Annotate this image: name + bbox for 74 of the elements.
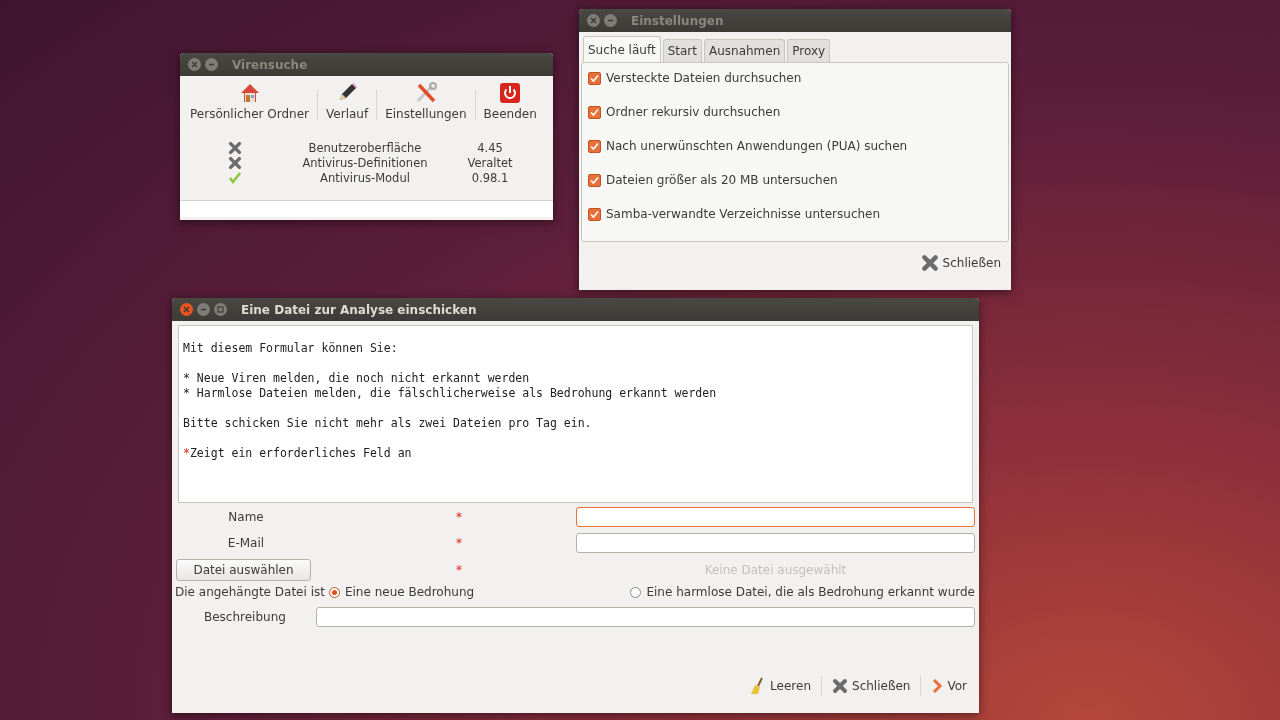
close-icon [920, 254, 939, 272]
input-field[interactable] [576, 507, 975, 527]
info-text: * Neue Viren melden, die noch nicht erkannt werden [183, 371, 531, 386]
check-icon [228, 171, 242, 185]
footer-button[interactable]: Leeren [746, 675, 815, 697]
toolbar-button[interactable]: Verlauf [322, 82, 373, 121]
input-field[interactable] [576, 533, 975, 553]
checkbox-label: Samba-verwandte Verzeichnisse untersuchen [606, 207, 881, 221]
close-window-button[interactable] [587, 14, 600, 27]
checkbox[interactable] [588, 173, 601, 187]
window-title: Virensuche [232, 57, 308, 72]
power-icon [499, 82, 522, 104]
radio-label: Eine harmlose Datei, die als Bedrohung erkannt wurde [646, 585, 975, 599]
close-window-button[interactable] [188, 58, 201, 71]
minimize-icon [200, 306, 207, 313]
required-mark: * [455, 510, 463, 524]
close-button[interactable]: Schließen [916, 252, 1005, 274]
tab[interactable]: Start [662, 39, 702, 62]
cross-icon [228, 156, 242, 170]
tools-icon [414, 82, 437, 104]
maximize-window-button[interactable] [214, 303, 227, 316]
close-icon [191, 61, 198, 68]
component-version: 4.45 [476, 141, 504, 155]
field-label: E-Mail [226, 536, 266, 550]
toolbar-button[interactable]: Einstellungen [381, 82, 471, 121]
radio-button[interactable] [630, 586, 642, 598]
maximize-icon [217, 306, 224, 313]
checkbox-label: Ordner rekursiv durchsuchen [606, 105, 781, 119]
info-text: Bitte schicken Sie nicht mehr als zwei Dateien pro Tag ein. [183, 416, 593, 431]
window-title: Eine Datei zur Analyse einschicken [241, 302, 477, 317]
component-name: Antivirus-Definitionen [301, 156, 429, 170]
close-window-button[interactable] [180, 303, 193, 316]
info-text: Mit diesem Formular können Sie: [183, 341, 399, 356]
window-title: Einstellungen [631, 13, 724, 28]
footer-button[interactable]: Schließen [828, 676, 915, 696]
cross-icon [228, 141, 242, 155]
close-icon [183, 306, 190, 313]
checkbox-label: Versteckte Dateien durchsuchen [606, 71, 802, 85]
checkbox[interactable] [588, 207, 601, 221]
minimize-window-button[interactable] [205, 58, 218, 71]
checkbox[interactable] [588, 71, 601, 85]
info-text: Zeigt ein erforderliches Feld an [189, 446, 412, 460]
info-text: * Harmlose Dateien melden, die fälschlicherweise als Bedrohung erkannt werden [183, 386, 718, 401]
tab[interactable]: Suche läuft [583, 36, 661, 62]
tab[interactable]: Proxy [787, 39, 831, 62]
toolbar-button[interactable]: Persönlicher Ordner [186, 82, 314, 121]
radio-label: Eine neue Bedrohung [344, 585, 475, 599]
minimize-icon [208, 61, 215, 68]
minimize-window-button[interactable] [604, 14, 617, 27]
tab[interactable]: Ausnahmen [703, 39, 786, 62]
checkbox[interactable] [588, 139, 601, 153]
checkbox-label: Nach unerwünschten Anwendungen (PUA) suchen [606, 139, 908, 153]
input-field[interactable] [315, 607, 975, 627]
checkbox[interactable] [588, 105, 601, 119]
component-name: Antivirus-Modul [319, 171, 411, 185]
chevron-right-icon [931, 678, 944, 694]
minimize-icon [607, 17, 614, 24]
component-name: Benutzeroberfläche [307, 141, 423, 155]
field-label: Beschreibung [204, 610, 286, 624]
required-mark: * [455, 563, 463, 577]
close-icon [590, 17, 597, 24]
radio-button[interactable] [328, 586, 340, 598]
field-label: Name [227, 510, 265, 524]
component-version: Veraltet [466, 156, 514, 170]
choose-file-button[interactable]: Datei auswählen [176, 559, 311, 581]
minimize-window-button[interactable] [197, 303, 210, 316]
field-label: Die angehängte Datei ist [175, 585, 325, 599]
component-version: 0.98.1 [470, 171, 510, 185]
required-mark: * [183, 446, 190, 460]
footer-button[interactable]: Vor [927, 676, 971, 696]
toolbar-button[interactable]: Beenden [479, 82, 541, 121]
required-mark: * [455, 536, 463, 550]
checkbox-label: Dateien größer als 20 MB untersuchen [606, 173, 838, 187]
close-icon [832, 678, 848, 694]
